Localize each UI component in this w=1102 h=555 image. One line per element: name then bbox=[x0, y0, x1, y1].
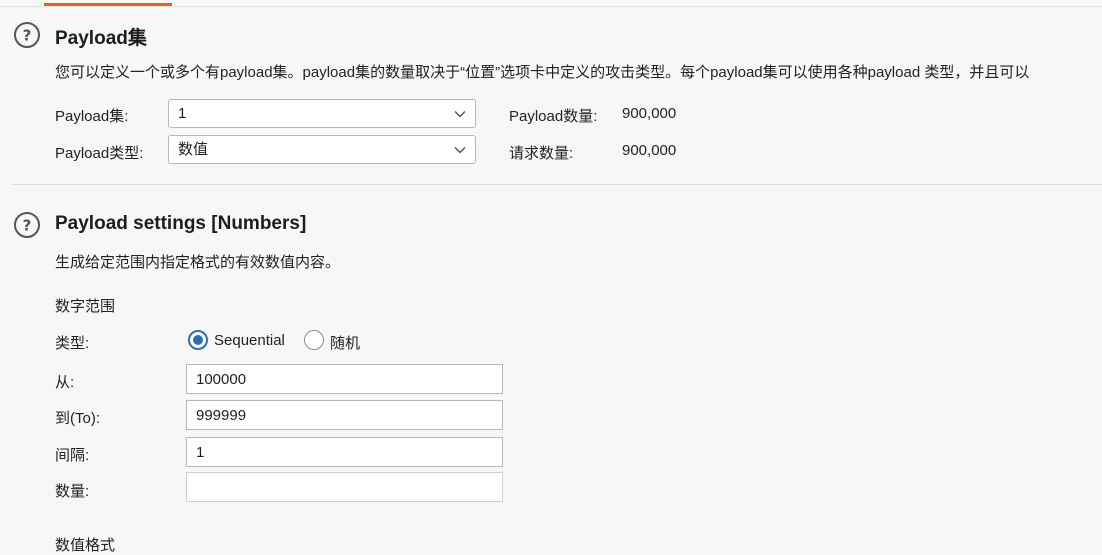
random-radio[interactable] bbox=[304, 330, 324, 350]
payload-sets-title: Payload集 bbox=[55, 28, 147, 49]
sequential-radio[interactable] bbox=[188, 330, 208, 350]
chevron-down-icon bbox=[454, 146, 466, 154]
payload-sets-description: 您可以定义一个或多个有payload集。payload集的数量取决于“位置”选项… bbox=[55, 64, 1030, 81]
count-input[interactable] bbox=[186, 472, 503, 502]
section-divider bbox=[12, 184, 1102, 185]
step-label: 间隔: bbox=[55, 447, 90, 464]
payload-count-value: 900,000 bbox=[622, 105, 677, 122]
number-range-heading: 数字范围 bbox=[55, 298, 116, 315]
payload-set-value: 1 bbox=[178, 105, 187, 122]
payload-set-select[interactable]: 1 bbox=[168, 99, 476, 128]
to-label: 到(To): bbox=[55, 410, 101, 427]
number-format-heading: 数值格式 bbox=[55, 537, 116, 554]
count-label: 数量: bbox=[55, 483, 90, 500]
payload-type-label: Payload类型: bbox=[55, 145, 144, 162]
sequential-radio-label[interactable]: Sequential bbox=[214, 332, 285, 349]
chevron-down-icon bbox=[454, 110, 466, 118]
payload-set-label: Payload集: bbox=[55, 108, 129, 125]
payload-count-label: Payload数量: bbox=[509, 108, 598, 125]
type-label: 类型: bbox=[55, 335, 90, 352]
from-input[interactable] bbox=[186, 364, 503, 394]
random-radio-label[interactable]: 随机 bbox=[330, 332, 360, 353]
payload-type-select[interactable]: 数值 bbox=[168, 135, 476, 164]
help-circle-icon[interactable]: ? bbox=[13, 21, 41, 49]
svg-text:?: ? bbox=[23, 217, 32, 235]
active-tab-indicator bbox=[44, 3, 172, 6]
payload-settings-title: Payload settings [Numbers] bbox=[55, 213, 307, 234]
to-input[interactable] bbox=[186, 400, 503, 430]
from-label: 从: bbox=[55, 374, 75, 391]
step-input[interactable] bbox=[186, 437, 503, 467]
request-count-value: 900,000 bbox=[622, 142, 677, 159]
svg-text:?: ? bbox=[23, 27, 32, 45]
payload-type-value: 数值 bbox=[178, 141, 209, 158]
help-circle-icon[interactable]: ? bbox=[13, 211, 41, 239]
payload-settings-description: 生成给定范围内指定格式的有效数值内容。 bbox=[55, 254, 341, 271]
request-count-label: 请求数量: bbox=[509, 145, 574, 162]
